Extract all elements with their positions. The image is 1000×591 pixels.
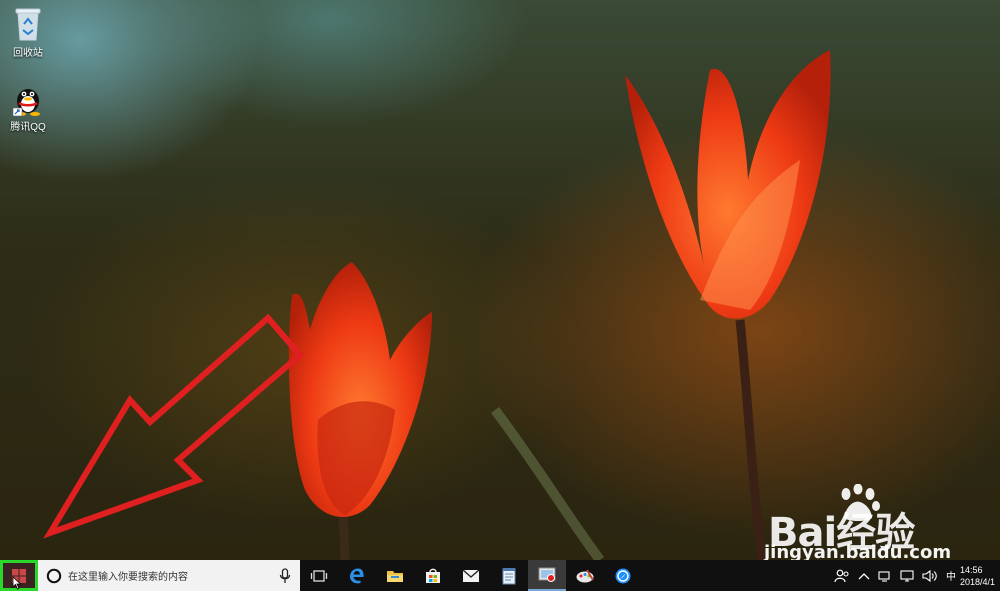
people-icon — [834, 569, 849, 582]
taskbar-app-browser[interactable] — [604, 560, 642, 591]
recycle-bin-icon — [15, 8, 41, 41]
search-box[interactable]: 在这里输入你要搜索的内容 — [38, 560, 300, 591]
mail-icon — [462, 568, 480, 582]
volume-icon — [922, 569, 937, 582]
tray-volume[interactable] — [918, 560, 942, 591]
people-button[interactable] — [830, 560, 854, 591]
microphone-icon[interactable] — [278, 567, 292, 584]
tray-network-device[interactable] — [874, 560, 896, 591]
paint-icon — [576, 569, 594, 582]
start-button[interactable] — [0, 560, 38, 591]
taskbar: 在这里输入你要搜索的内容 中 14:56 2018/4/1 — [0, 560, 1000, 591]
qq-icon — [13, 89, 40, 116]
browser-icon — [615, 568, 631, 583]
system-tray: 中 14:56 2018/4/1 — [830, 560, 1000, 591]
taskbar-app-notepad[interactable] — [490, 560, 528, 591]
cortana-icon — [46, 568, 62, 583]
file-explorer-icon — [387, 570, 403, 582]
chevron-up-icon — [858, 572, 870, 579]
taskbar-app-paint[interactable] — [566, 560, 604, 591]
desktop-icon-label: 腾讯QQ — [10, 122, 46, 133]
task-view-button[interactable] — [300, 560, 338, 591]
desktop-icon-recycle-bin[interactable]: 回收站 — [0, 6, 58, 59]
baidu-jingyan-watermark: Bai经验 jingyan.baidu.com — [760, 480, 960, 560]
taskbar-app-file-explorer[interactable] — [376, 560, 414, 591]
annotation-arrow — [43, 313, 305, 539]
tray-network[interactable] — [896, 560, 918, 591]
ime-label: 中 — [946, 572, 956, 583]
store-icon — [426, 568, 440, 583]
taskbar-app-screen-recorder[interactable] — [528, 560, 566, 591]
taskbar-app-mail[interactable] — [452, 560, 490, 591]
devices-icon — [878, 570, 890, 582]
mouse-cursor-icon — [12, 576, 22, 590]
screen-recorder-icon — [538, 567, 556, 582]
taskbar-app-store[interactable] — [414, 560, 452, 591]
desktop-icon-label: 回收站 — [13, 48, 43, 59]
taskbar-app-edge[interactable] — [338, 560, 376, 591]
clock-date: 2018/4/1 — [960, 576, 996, 587]
notepad-icon — [502, 567, 516, 584]
task-view-icon — [310, 569, 328, 582]
search-placeholder: 在这里输入你要搜索的内容 — [68, 572, 188, 583]
input-method-indicator[interactable]: 中 — [942, 560, 960, 591]
watermark-url: jingyan.baidu.com — [764, 542, 952, 560]
show-hidden-icons-button[interactable] — [854, 560, 874, 591]
desktop: 回收站 腾讯QQ Bai经验 jingyan.baidu.com — [0, 0, 1000, 560]
network-icon — [900, 569, 914, 582]
clock-time: 14:56 — [960, 564, 983, 575]
clock[interactable]: 14:56 2018/4/1 — [960, 560, 1000, 591]
desktop-icon-qq[interactable]: 腾讯QQ — [0, 82, 58, 133]
edge-icon — [350, 568, 364, 583]
